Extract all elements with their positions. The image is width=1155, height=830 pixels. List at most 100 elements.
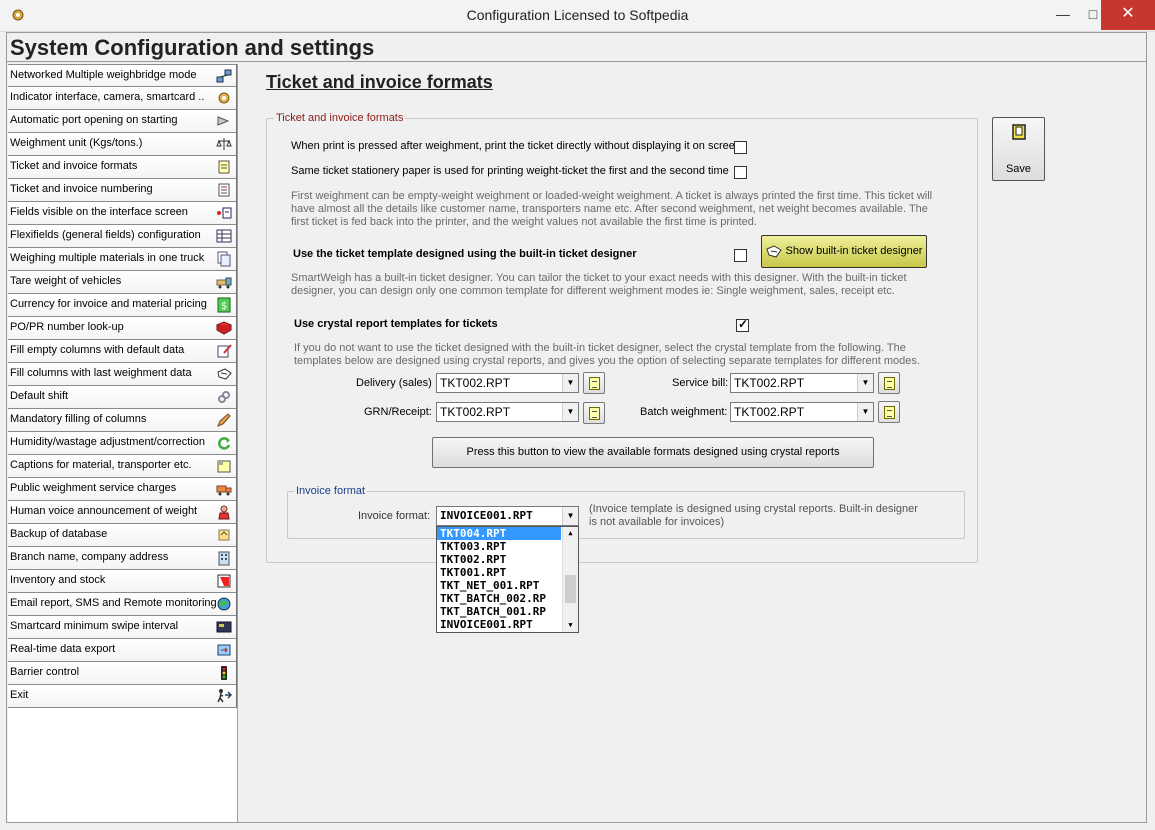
caption-icon	[217, 460, 231, 473]
dropdown-option[interactable]: TKT_NET_001.RPT	[437, 579, 561, 592]
sidebar-item-captions-for-material-transporter-etc[interactable]: Captions for material, transporter etc.	[8, 455, 237, 478]
invoice-format-label: Invoice format:	[358, 510, 431, 522]
sidebar-item-currency-for-invoice-and-material-pricing[interactable]: Currency for invoice and material pricin…	[8, 294, 237, 317]
close-button[interactable]: ✕	[1101, 0, 1155, 30]
print-directly-label: When print is pressed after weighment, p…	[291, 140, 741, 152]
dropdown-scrollbar[interactable]: ▲ ▼	[562, 527, 578, 632]
sidebar-item-label: Ticket and invoice numbering	[10, 183, 153, 195]
stock-icon	[217, 574, 231, 588]
dropdown-option[interactable]: TKT_BATCH_002.RP	[437, 592, 561, 605]
sidebar-item-flexifields-general-fields-configuration[interactable]: Flexifields (general fields) configurati…	[8, 225, 237, 248]
delivery-template-open-button[interactable]	[583, 372, 605, 394]
invoice-format-value: INVOICE001.RPT	[440, 509, 533, 522]
crystal-template-checkbox[interactable]: ✓	[736, 317, 749, 332]
building-icon	[218, 551, 230, 566]
sidebar-item-exit[interactable]: Exit	[8, 685, 237, 708]
batch-weighment-template-select[interactable]: TKT002.RPT ▼	[730, 402, 874, 422]
show-designer-button[interactable]: Show built-in ticket designer	[761, 235, 927, 268]
builtin-template-label: Use the ticket template designed using t…	[293, 248, 637, 260]
delivery-template-select[interactable]: TKT002.RPT ▼	[436, 373, 579, 393]
sidebar-item-label: Fields visible on the interface screen	[10, 206, 188, 218]
sidebar-item-label: Tare weight of vehicles	[10, 275, 122, 287]
sidebar-item-label: Public weighment service charges	[10, 482, 177, 494]
minimize-button[interactable]: —	[1048, 0, 1078, 30]
sidebar-item-label: Email report, SMS and Remote monitoring	[10, 597, 217, 609]
print-directly-checkbox[interactable]	[734, 141, 747, 154]
dropdown-option[interactable]: TKT_BATCH_001.RP	[437, 605, 561, 618]
network-icon	[216, 69, 232, 83]
dropdown-option[interactable]: TKT001.RPT	[437, 566, 561, 579]
same-stationery-checkbox[interactable]	[734, 166, 747, 179]
scroll-thumb[interactable]	[565, 575, 576, 603]
builtin-template-checkbox[interactable]	[734, 249, 747, 262]
scroll-up-icon[interactable]: ▲	[563, 527, 578, 540]
sidebar-item-label: Captions for material, transporter etc.	[10, 459, 192, 471]
sidebar-item-weighment-unit-kgs-tons[interactable]: Weighment unit (Kgs/tons.)	[8, 133, 237, 156]
window-title: Configuration Licensed to Softpedia	[466, 7, 689, 23]
sidebar-item-fields-visible-on-the-interface-screen[interactable]: Fields visible on the interface screen	[8, 202, 237, 225]
view-crystal-formats-button[interactable]: Press this button to view the available …	[432, 437, 874, 468]
grn-template-open-button[interactable]	[583, 402, 605, 424]
sidebar-item-po-pr-number-look-up[interactable]: PO/PR number look-up	[8, 317, 237, 340]
invoice-format-dropdown-list[interactable]: TKT004.RPT TKT003.RPT TKT002.RPT TKT001.RPT…	[436, 526, 579, 633]
chevron-down-icon: ▼	[857, 374, 873, 392]
sidebar-item-indicator-interface-camera-smartcard[interactable]: Indicator interface, camera, smartcard .…	[8, 87, 237, 110]
sidebar-item-backup-of-database[interactable]: Backup of database	[8, 524, 237, 547]
crystal-description: If you do not want to use the ticket des…	[294, 342, 920, 367]
sidebar-item-ticket-and-invoice-formats[interactable]: Ticket and invoice formats	[8, 156, 237, 179]
sidebar-item-label: Weighment unit (Kgs/tons.)	[10, 137, 143, 149]
document-icon	[589, 377, 600, 390]
scroll-down-icon[interactable]: ▼	[563, 619, 578, 632]
dropdown-option[interactable]: TKT004.RPT	[437, 527, 561, 540]
sidebar-item-barrier-control[interactable]: Barrier control	[8, 662, 237, 685]
scale-icon	[216, 138, 232, 150]
title-bar: Configuration Licensed to Softpedia — □ …	[0, 0, 1155, 32]
sidebar-item-weighing-multiple-materials-in-one-truck[interactable]: Weighing multiple materials in one truck	[8, 248, 237, 271]
plug-icon	[217, 116, 230, 126]
delivery-template-value: TKT002.RPT	[440, 376, 511, 390]
sidebar-item-tare-weight-of-vehicles[interactable]: Tare weight of vehicles	[8, 271, 237, 294]
sidebar-item-branch-name-company-address[interactable]: Branch name, company address	[8, 547, 237, 570]
chevron-down-icon: ▼	[562, 507, 578, 525]
dropdown-option[interactable]: TKT003.RPT	[437, 540, 561, 553]
sidebar-item-label: Weighing multiple materials in one truck	[10, 252, 205, 264]
sidebar-item-inventory-and-stock[interactable]: Inventory and stock	[8, 570, 237, 593]
sidebar-item-default-shift[interactable]: Default shift	[8, 386, 237, 409]
service-bill-template-select[interactable]: TKT002.RPT ▼	[730, 373, 874, 393]
refresh-icon	[218, 437, 231, 450]
service-bill-template-value: TKT002.RPT	[734, 376, 805, 390]
sidebar-item-real-time-data-export[interactable]: Real-time data export	[8, 639, 237, 662]
section-title: Ticket and invoice formats	[266, 72, 493, 92]
sidebar-item-automatic-port-opening-on-starting[interactable]: Automatic port opening on starting	[8, 110, 237, 133]
sidebar-item-label: Inventory and stock	[10, 574, 106, 586]
sidebar-item-label: Branch name, company address	[10, 551, 169, 563]
sidebar-item-mandatory-filling-of-columns[interactable]: Mandatory filling of columns	[8, 409, 237, 432]
sidebar-item-fill-columns-with-last-weighment-data[interactable]: Fill columns with last weighment data	[8, 363, 237, 386]
invoice-format-select[interactable]: INVOICE001.RPT ▼	[436, 506, 579, 526]
service-bill-template-open-button[interactable]	[878, 372, 900, 394]
document-icon	[589, 407, 600, 420]
dropdown-option[interactable]: TKT002.RPT	[437, 553, 561, 566]
sidebar-item-public-weighment-service-charges[interactable]: Public weighment service charges	[8, 478, 237, 501]
sidebar-item-smartcard-minimum-swipe-interval[interactable]: Smartcard minimum swipe interval	[8, 616, 237, 639]
sidebar-item-ticket-and-invoice-numbering[interactable]: Ticket and invoice numbering	[8, 179, 237, 202]
batch-weighment-label: Batch weighment:	[640, 406, 728, 418]
sidebar-item-email-report-sms-and-remote-monitoring[interactable]: Email report, SMS and Remote monitoring	[8, 593, 237, 616]
sidebar-item-label: Humidity/wastage adjustment/correction	[10, 436, 206, 448]
grn-template-select[interactable]: TKT002.RPT ▼	[436, 402, 579, 422]
sidebar-item-humidity-wastage-adjustment-correction[interactable]: Humidity/wastage adjustment/correction	[8, 432, 237, 455]
edit-icon	[217, 344, 232, 358]
dropdown-option[interactable]: INVOICE001.RPT	[437, 618, 561, 631]
save-button[interactable]: Save	[992, 117, 1045, 181]
same-stationery-label: Same ticket stationery paper is used for…	[291, 165, 729, 177]
service-bill-label: Service bill:	[672, 377, 729, 389]
sidebar-item-human-voice-announcement-of-weight[interactable]: Human voice announcement of weight	[8, 501, 237, 524]
show-designer-label: Show built-in ticket designer	[785, 245, 923, 257]
globe-icon	[217, 597, 231, 611]
sidebar-item-fill-empty-columns-with-default-data[interactable]: Fill empty columns with default data	[8, 340, 237, 363]
traffic-light-icon	[221, 666, 227, 680]
gear-icon	[218, 92, 230, 104]
batch-weighment-template-open-button[interactable]	[878, 401, 900, 423]
document-icon	[884, 406, 895, 419]
sidebar-item-networked-multiple-weighbridge-mode[interactable]: Networked Multiple weighbridge mode	[8, 64, 237, 87]
